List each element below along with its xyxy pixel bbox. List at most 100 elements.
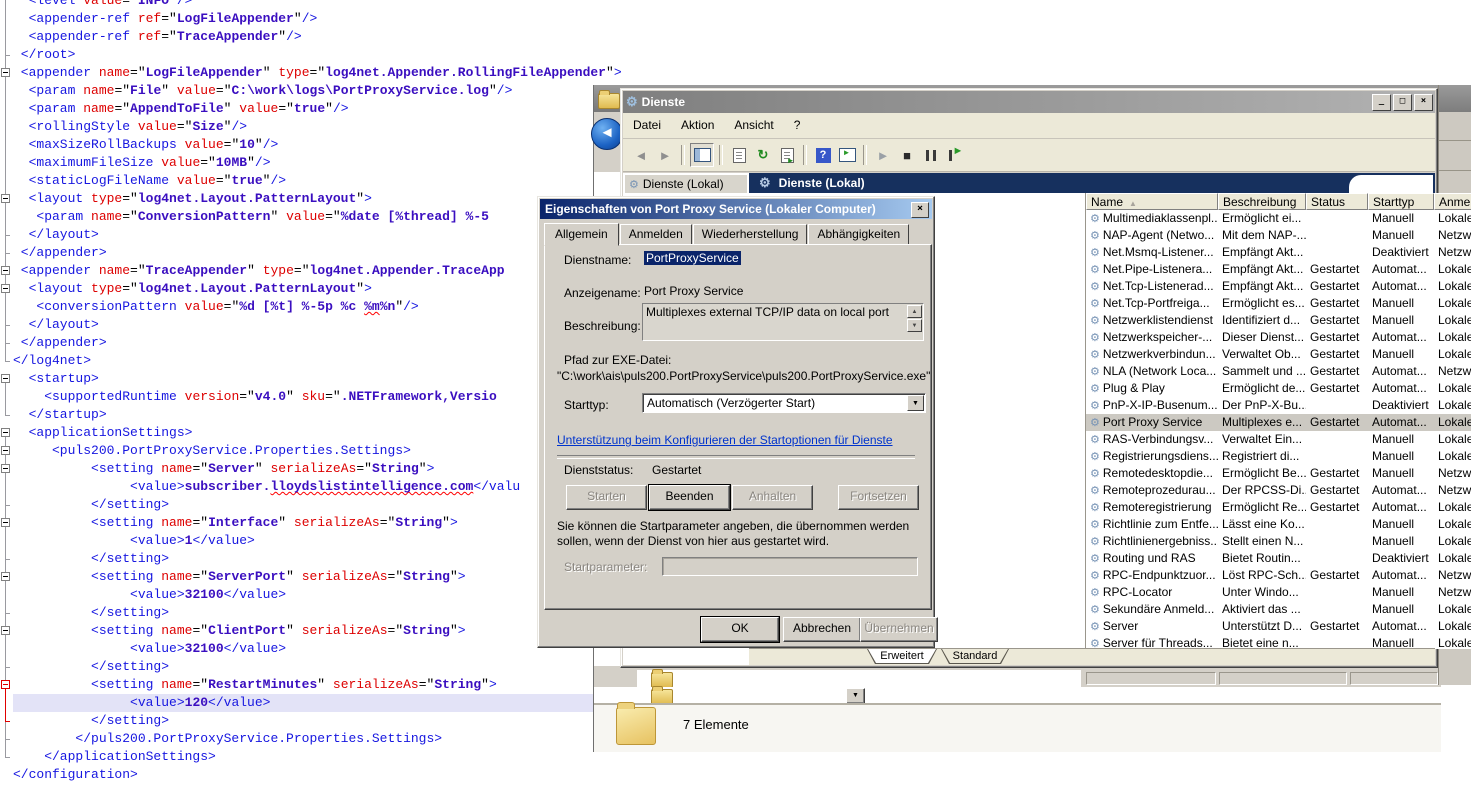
column-header-status[interactable]: Status <box>1306 193 1368 210</box>
code-line[interactable]: <maxSizeRollBackups value="10"/> <box>13 136 622 154</box>
code-line[interactable]: </setting> <box>13 658 622 676</box>
code-line[interactable]: </configuration> <box>13 766 622 784</box>
description-field[interactable]: Multiplexes external TCP/IP data on loca… <box>642 303 924 341</box>
dialog-tab-allgemein[interactable]: Allgemein <box>544 223 619 246</box>
service-row[interactable]: ⚙NAP-Agent (Netwo...Mit dem NAP-...Manue… <box>1086 227 1471 244</box>
fold-marker-icon[interactable] <box>1 446 10 455</box>
help-icon[interactable]: ? <box>812 144 834 166</box>
bernehmen-button[interactable]: Übernehmen <box>860 617 938 642</box>
refresh-icon[interactable]: ↻ <box>752 144 774 166</box>
service-row[interactable]: ⚙RAS-Verbindungsv...Verwaltet Ein...Manu… <box>1086 431 1471 448</box>
dialog-tab-anmelden[interactable]: Anmelden <box>620 224 692 245</box>
code-line[interactable]: <supportedRuntime version="v4.0" sku=".N… <box>13 388 622 406</box>
code-line[interactable]: <rollingStyle value="Size"/> <box>13 118 622 136</box>
column-header-name[interactable]: Name▲ <box>1086 193 1218 210</box>
code-line[interactable]: </setting> <box>13 550 622 568</box>
code-line[interactable]: <setting name="RestartMinutes" serialize… <box>13 676 622 694</box>
code-line[interactable]: </startup> <box>13 406 622 424</box>
service-row[interactable]: ⚙Remotedesktopdie...Ermöglicht Be...Gest… <box>1086 465 1471 482</box>
fold-marker-icon[interactable] <box>1 266 10 275</box>
service-row[interactable]: ⚙Netzwerkspeicher-...Dieser Dienst...Ges… <box>1086 329 1471 346</box>
code-line[interactable]: <setting name="Interface" serializeAs="S… <box>13 514 622 532</box>
service-row[interactable]: ⚙RemoteregistrierungErmöglicht Re...Gest… <box>1086 499 1471 516</box>
service-row[interactable]: ⚙Richtlinienergebniss...Stellt einen N..… <box>1086 533 1471 550</box>
code-line[interactable]: <startup> <box>13 370 622 388</box>
service-row[interactable]: ⚙Remoteprozedurau...Der RPCSS-Di...Gesta… <box>1086 482 1471 499</box>
code-line[interactable]: <param name="ConversionPattern" value="%… <box>13 208 622 226</box>
view-tab-erweitert[interactable]: Erweitert <box>867 649 937 664</box>
code-line[interactable]: </setting> <box>13 496 622 514</box>
code-line[interactable]: <setting name="ClientPort" serializeAs="… <box>13 622 622 640</box>
service-row[interactable]: ⚙Routing und RASBietet Routin...Deaktivi… <box>1086 550 1471 567</box>
menu-item-datei[interactable]: Datei <box>623 113 671 132</box>
service-row[interactable]: ⚙Net.Tcp-Listenerad...Empfängt Akt...Ges… <box>1086 278 1471 295</box>
maximize-icon[interactable]: □ <box>1393 94 1412 111</box>
close-icon[interactable]: × <box>911 202 929 218</box>
code-line[interactable]: <level value="INFO"/> <box>13 0 622 10</box>
service-row[interactable]: ⚙Net.Msmq-Listener...Empfängt Akt...Deak… <box>1086 244 1471 261</box>
startup-options-link[interactable]: Unterstützung beim Konfigurieren der Sta… <box>557 433 893 447</box>
code-line[interactable]: <staticLogFileName value="true"/> <box>13 172 622 190</box>
dialog-titlebar[interactable]: Eigenschaften von Port Proxy Service (Lo… <box>540 199 932 219</box>
code-line[interactable]: <layout type="log4net.Layout.PatternLayo… <box>13 190 622 208</box>
menu-item-aktion[interactable]: Aktion <box>671 113 724 132</box>
service-row[interactable]: ⚙Server für Threads...Bietet eine n...Ma… <box>1086 635 1471 649</box>
service-row[interactable]: ⚙Net.Tcp-Portfreiga...Ermöglicht es...Ge… <box>1086 295 1471 312</box>
service-row[interactable]: ⚙RPC-LocatorUnter Windo...ManuellNetzwer… <box>1086 584 1471 601</box>
fold-marker-icon[interactable] <box>1 572 10 581</box>
code-line[interactable]: <puls200.PortProxyService.Properties.Set… <box>13 442 622 460</box>
start-params-input[interactable] <box>662 557 918 576</box>
code-line[interactable]: <applicationSettings> <box>13 424 622 442</box>
active-fold-marker-icon[interactable] <box>1 680 10 689</box>
services-titlebar[interactable]: ⚙Dienste _ □ × <box>623 91 1435 113</box>
dialog-tab-wiederherstellung[interactable]: Wiederherstellung <box>693 224 808 245</box>
back-icon[interactable]: ◄ <box>591 118 623 150</box>
scroll-down-icon[interactable]: ▼ <box>907 319 922 332</box>
code-line[interactable]: <value>32100</value> <box>13 640 622 658</box>
code-line[interactable]: <value>1</value> <box>13 532 622 550</box>
fold-marker-icon[interactable] <box>1 194 10 203</box>
service-row[interactable]: ⚙Port Proxy ServiceMultiplexes e...Gesta… <box>1086 414 1471 431</box>
code-line[interactable]: </layout> <box>13 226 622 244</box>
fold-gutter[interactable] <box>0 0 13 787</box>
starten-button[interactable]: Starten <box>566 485 647 510</box>
fold-marker-icon[interactable] <box>1 428 10 437</box>
code-line[interactable]: <appender-ref ref="LogFileAppender"/> <box>13 10 622 28</box>
fold-marker-icon[interactable] <box>1 626 10 635</box>
code-line[interactable]: <appender name="LogFileAppender" type="l… <box>13 64 622 82</box>
properties-icon[interactable] <box>728 144 750 166</box>
column-header-beschreibung[interactable]: Beschreibung <box>1218 193 1306 210</box>
extended-view-icon[interactable] <box>836 144 858 166</box>
service-row[interactable]: ⚙Multimediaklassenpl...Ermöglicht ei...M… <box>1086 210 1471 227</box>
forward-icon[interactable]: ► <box>654 144 676 166</box>
code-line[interactable]: </applicationSettings> <box>13 748 622 766</box>
service-row[interactable]: ⚙ServerUnterstützt D...GestartetAutomat.… <box>1086 618 1471 635</box>
column-header-starttyp[interactable]: Starttyp <box>1368 193 1434 210</box>
fold-marker-icon[interactable] <box>1 68 10 77</box>
fold-marker-icon[interactable] <box>1 464 10 473</box>
ok-button[interactable]: OK <box>701 617 779 642</box>
startup-type-select[interactable]: Automatisch (Verzögerter Start) ▼ <box>642 393 926 413</box>
service-row[interactable]: ⚙Registrierungsdiens...Registriert di...… <box>1086 448 1471 465</box>
service-row[interactable]: ⚙Plug & PlayErmöglicht de...GestartetAut… <box>1086 380 1471 397</box>
minimize-icon[interactable]: _ <box>1372 94 1391 111</box>
service-name-value[interactable]: PortProxyService <box>644 251 741 265</box>
code-line[interactable]: <appender name="TraceAppender" type="log… <box>13 262 622 280</box>
fold-marker-icon[interactable] <box>1 374 10 383</box>
code-area[interactable]: <level value="INFO"/> <appender-ref ref=… <box>13 0 622 784</box>
service-row[interactable]: ⚙Sekundäre Anmeld...Aktiviert das ...Man… <box>1086 601 1471 618</box>
tree-item-dienste-lokal[interactable]: ⚙Dienste (Lokal) <box>625 175 747 193</box>
code-line[interactable]: <value>120</value> <box>13 694 622 712</box>
service-row[interactable]: ⚙Richtlinie zum Entfe...Lässt eine Ko...… <box>1086 516 1471 533</box>
dropdown-button[interactable]: ▼ <box>846 688 865 704</box>
code-line[interactable]: </log4net> <box>13 352 622 370</box>
code-line[interactable]: <layout type="log4net.Layout.PatternLayo… <box>13 280 622 298</box>
code-line[interactable]: </puls200.PortProxyService.Properties.Se… <box>13 730 622 748</box>
code-line[interactable]: <param name="AppendToFile" value="true"/… <box>13 100 622 118</box>
scroll-up-icon[interactable]: ▲ <box>907 305 922 318</box>
code-line[interactable]: </layout> <box>13 316 622 334</box>
code-line[interactable]: </setting> <box>13 712 622 730</box>
restart-service-icon[interactable] <box>944 144 966 166</box>
code-line[interactable]: </appender> <box>13 244 622 262</box>
service-row[interactable]: ⚙Netzwerkverbindun...Verwaltet Ob...Gest… <box>1086 346 1471 363</box>
